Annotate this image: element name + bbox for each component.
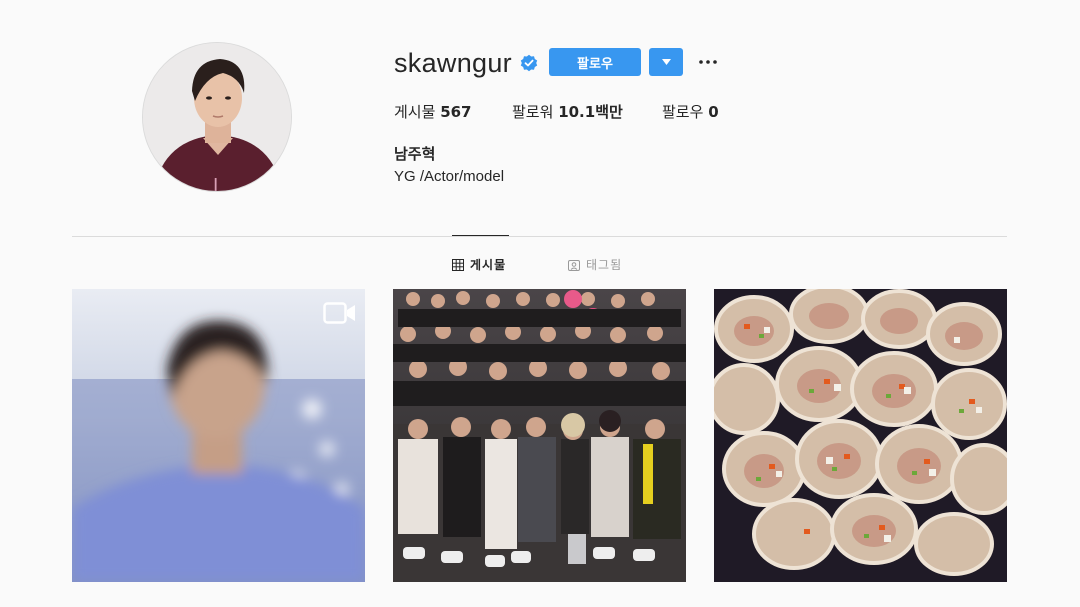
followers-count: 10.1백만 — [558, 103, 623, 121]
following-stat[interactable]: 팔로우 0 — [662, 101, 719, 122]
username: skawngur — [394, 47, 512, 78]
full-name: 남주혁 — [394, 145, 436, 163]
following-label: 팔로우 — [662, 103, 704, 121]
section-divider — [72, 236, 1007, 237]
username-row: skawngur — [394, 46, 538, 80]
tab-posts[interactable]: 게시물 — [452, 256, 506, 273]
posts-stat: 게시물 567 — [394, 101, 472, 122]
following-count: 0 — [708, 103, 719, 121]
video-icon — [323, 301, 357, 325]
post-thumbnail-1[interactable] — [72, 289, 365, 582]
more-horizontal-icon — [699, 60, 717, 64]
more-options-button[interactable] — [697, 52, 719, 72]
bio-text: YG /Actor/model — [394, 168, 505, 185]
posts-label: 게시물 — [394, 103, 436, 121]
tab-tagged-label: 태그됨 — [586, 258, 623, 272]
active-tab-indicator — [452, 235, 509, 236]
post-thumbnail-2[interactable] — [393, 289, 686, 582]
tab-tagged[interactable]: 태그됨 — [568, 256, 622, 273]
caret-down-icon — [661, 59, 671, 65]
posts-count: 567 — [440, 103, 472, 121]
profile-header: I skawngur 팔로우 게시물 567 팔로워 10.1백만 팔로우 0 … — [0, 0, 1080, 236]
followers-stat[interactable]: 팔로워 10.1백만 — [512, 101, 623, 122]
follow-button[interactable]: 팔로우 — [549, 48, 641, 76]
tab-posts-label: 게시물 — [470, 258, 507, 272]
profile-avatar[interactable]: I — [142, 42, 292, 192]
post-thumbnail-3[interactable] — [714, 289, 1007, 582]
svg-text:I: I — [213, 175, 218, 192]
verified-badge-icon — [520, 54, 538, 72]
tagged-icon — [568, 259, 580, 271]
followers-label: 팔로워 — [512, 103, 554, 121]
follow-dropdown-button[interactable] — [649, 48, 683, 76]
grid-icon — [452, 258, 464, 271]
